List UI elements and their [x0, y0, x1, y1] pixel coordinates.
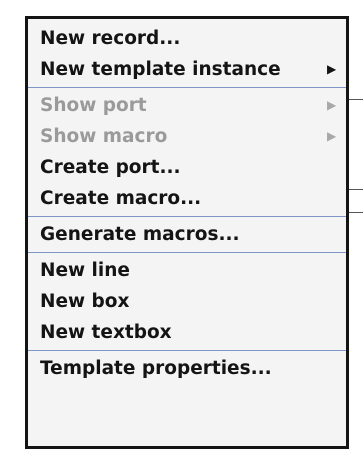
menu-item-new-line[interactable]: New line: [28, 255, 346, 286]
menu-separator: [28, 350, 346, 351]
menu-separator: [28, 216, 346, 217]
context-menu: New record... New template instance ▶ Sh…: [25, 16, 349, 449]
menu-item-generate-macros[interactable]: Generate macros...: [28, 219, 346, 250]
background-connector-line: [349, 189, 363, 190]
menu-item-label: Create port...: [40, 157, 181, 178]
menu-item-label: Template properties...: [40, 358, 272, 379]
submenu-arrow-icon: ▶: [327, 129, 337, 143]
menu-item-label: New textbox: [40, 322, 172, 343]
menu-item-label: Create macro...: [40, 188, 202, 209]
menu-item-new-textbox[interactable]: New textbox: [28, 317, 346, 348]
menu-item-label: Show port: [40, 95, 147, 116]
menu-item-new-box[interactable]: New box: [28, 286, 346, 317]
menu-item-label: New template instance: [40, 59, 281, 80]
menu-separator: [28, 252, 346, 253]
menu-item-label: New line: [40, 260, 130, 281]
menu-item-label: Generate macros...: [40, 224, 240, 245]
menu-item-show-port: Show port ▶: [28, 90, 346, 121]
menu-item-label: New record...: [40, 28, 181, 49]
menu-item-template-properties[interactable]: Template properties...: [28, 353, 346, 384]
menu-separator: [28, 87, 346, 88]
menu-item-label: New box: [40, 291, 130, 312]
submenu-arrow-icon: ▶: [327, 98, 337, 112]
menu-item-label: Show macro: [40, 126, 168, 147]
menu-item-new-template-instance[interactable]: New template instance ▶: [28, 54, 346, 85]
canvas-background: New record... New template instance ▶ Sh…: [0, 0, 363, 455]
submenu-arrow-icon: ▶: [327, 62, 337, 76]
menu-item-show-macro: Show macro ▶: [28, 121, 346, 152]
background-connector-line: [349, 212, 363, 213]
menu-item-create-port[interactable]: Create port...: [28, 152, 346, 183]
menu-item-new-record[interactable]: New record...: [28, 23, 346, 54]
background-connector-line: [349, 99, 363, 100]
menu-item-create-macro[interactable]: Create macro...: [28, 183, 346, 214]
